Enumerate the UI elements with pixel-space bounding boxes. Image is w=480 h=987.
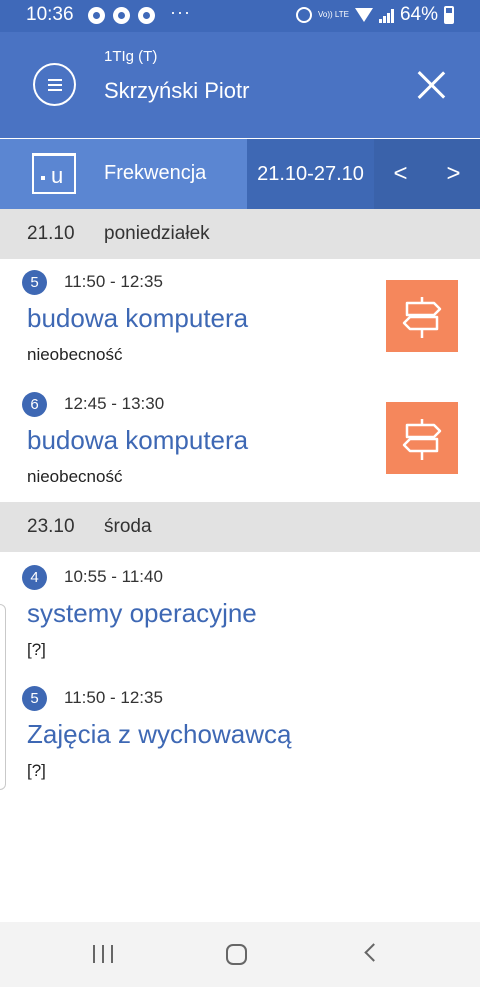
status-time: 10:36	[26, 4, 74, 25]
hamburger-menu-icon[interactable]	[33, 63, 76, 106]
signpost-icon	[386, 402, 458, 474]
day-date: 23.10	[27, 516, 75, 537]
student-name: Skrzyński Piotr	[104, 78, 250, 103]
day-header: 21.10 poniedziałek	[0, 209, 480, 259]
class-label: 1TIg (T)	[104, 48, 158, 65]
notification-icons	[88, 7, 155, 24]
lesson-subject: systemy operacyjne	[27, 598, 257, 628]
lesson-time: 11:50 - 12:35	[64, 272, 163, 291]
lesson-number-badge: 5	[22, 270, 47, 295]
lesson-number-badge: 5	[22, 686, 47, 711]
lesson-status: [?]	[27, 640, 46, 659]
close-icon[interactable]	[413, 67, 449, 103]
day-weekday: środa	[104, 516, 152, 537]
lesson-time: 12:45 - 13:30	[64, 394, 165, 413]
battery-icon	[444, 6, 454, 24]
system-navigation-bar	[0, 922, 480, 987]
lesson-time: 10:55 - 11:40	[64, 567, 163, 586]
home-icon[interactable]	[226, 944, 247, 965]
lesson-item[interactable]: 4 10:55 - 11:40 systemy operacyjne [?]	[0, 554, 480, 674]
lesson-status: nieobecność	[27, 467, 123, 486]
back-icon[interactable]	[364, 943, 383, 962]
chrome-icon	[88, 7, 105, 24]
chrome-icon	[138, 7, 155, 24]
wifi-icon	[354, 8, 373, 22]
module-title: Frekwencja	[104, 162, 207, 184]
lesson-item[interactable]: 6 12:45 - 13:30 budowa komputera nieobec…	[0, 381, 480, 501]
lesson-status: nieobecność	[27, 345, 123, 364]
lesson-number-badge: 6	[22, 392, 47, 417]
lesson-subject: Zajęcia z wychowawcą	[27, 719, 292, 749]
lesson-time: 11:50 - 12:35	[64, 688, 163, 707]
lesson-subject: budowa komputera	[27, 425, 249, 455]
lesson-number-badge: 4	[22, 565, 47, 590]
status-bar: 10:36 ··· Vo)) LTE 64%	[0, 0, 480, 32]
signpost-icon	[386, 280, 458, 352]
recent-apps-icon[interactable]	[93, 945, 113, 963]
lesson-status: [?]	[27, 761, 46, 780]
lesson-subject: budowa komputera	[27, 303, 249, 333]
alarm-icon	[295, 7, 312, 23]
day-date: 21.10	[27, 223, 75, 244]
lesson-item[interactable]: 5 11:50 - 12:35 Zajęcia z wychowawcą [?]	[0, 675, 480, 795]
volte-icon: Vo)) LTE	[317, 10, 349, 19]
previous-week-button[interactable]: <	[374, 139, 427, 209]
more-notifications-icon: ···	[170, 2, 191, 22]
module-icon-letter: u	[51, 163, 64, 188]
app-header: 1TIg (T) Skrzyński Piotr	[0, 32, 480, 138]
day-header: 23.10 środa	[0, 502, 480, 552]
day-weekday: poniedziałek	[104, 223, 210, 244]
signal-icon	[378, 8, 394, 23]
module-bar: u Frekwencja 21.10-27.10 < >	[0, 139, 480, 209]
battery-percent: 64%	[399, 4, 438, 25]
attendance-module-icon: u	[32, 153, 76, 194]
next-week-button[interactable]: >	[427, 139, 480, 209]
system-icons: Vo)) LTE 64%	[295, 4, 454, 26]
week-range[interactable]: 21.10-27.10	[247, 139, 374, 209]
edge-panel-handle[interactable]	[0, 604, 6, 790]
chrome-icon	[113, 7, 130, 24]
lesson-item[interactable]: 5 11:50 - 12:35 budowa komputera nieobec…	[0, 259, 480, 379]
